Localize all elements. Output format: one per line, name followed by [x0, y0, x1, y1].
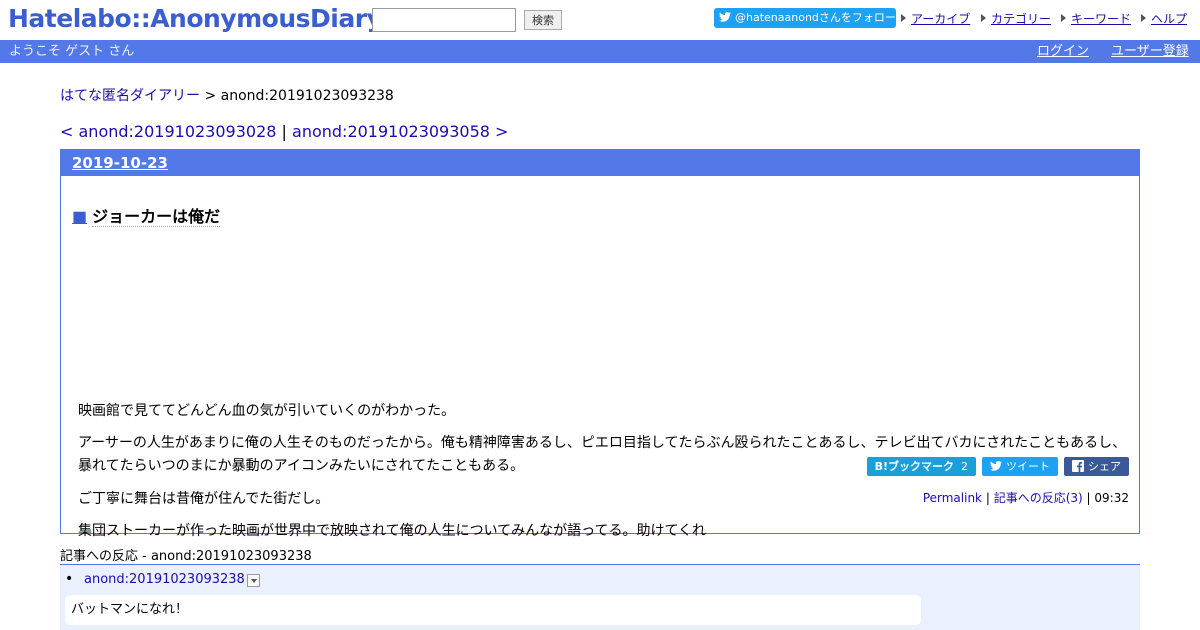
day-header: 2019-10-23 — [61, 150, 1139, 176]
welcome-text: ようこそ ゲスト さん — [9, 44, 135, 59]
reactions-heading: 記事への反応 - anond:20191023093238 — [60, 549, 312, 564]
twitter-bird-icon — [990, 461, 1002, 471]
entry-paragraph: 集団ストーカーが作った映画が世界中で放映されて俺の人生についてみんなが語ってる。… — [78, 523, 707, 539]
entry-footer: Permalink | 記事への反応(3) | 09:32 — [923, 489, 1129, 506]
hatebu-label: B!ブックマーク — [874, 460, 954, 473]
facebook-icon — [1072, 460, 1084, 472]
reactions-link[interactable]: 記事への反応(3) — [994, 491, 1083, 505]
twitter-follow-button[interactable]: @hatenaanondさんをフォロー — [714, 8, 896, 28]
pager-separator: | — [281, 122, 287, 141]
date-link[interactable]: 2019-10-23 — [72, 154, 168, 172]
nav-keyword[interactable]: キーワード — [1061, 10, 1131, 27]
search-input[interactable] — [372, 8, 516, 32]
entry-pager: < anond:20191023093028 | anond:201910230… — [60, 122, 508, 141]
nav-help-label: ヘルプ — [1151, 12, 1188, 26]
breadcrumb: はてな匿名ダイアリー > anond:20191023093238 — [60, 85, 394, 105]
arrow-right-icon — [901, 14, 906, 22]
hatena-bookmark-button[interactable]: B!ブックマーク 2 — [866, 457, 976, 476]
entry-permalink-square[interactable]: ■ — [72, 207, 87, 226]
reaction-entry-link[interactable]: anond:20191023093238 — [84, 572, 245, 587]
entry-time: 09:32 — [1094, 491, 1129, 505]
search-button[interactable]: 検索 — [524, 10, 562, 30]
site-header: Hatelabo::AnonymousDiary 検索 @hatenaanond… — [0, 0, 1200, 40]
prev-entry-link[interactable]: < anond:20191023093028 — [60, 122, 276, 141]
facebook-share-button[interactable]: シェア — [1064, 457, 1129, 476]
article-section: 2019-10-23 ■ ジョーカーは俺だ 映画館で見ててどんどん血の気が引いてい… — [60, 149, 1140, 539]
tweet-label: ツイート — [1006, 460, 1050, 473]
breadcrumb-separator: > — [204, 88, 217, 104]
breadcrumb-current: anond:20191023093238 — [220, 88, 394, 104]
nav-help[interactable]: ヘルプ — [1141, 10, 1187, 27]
list-bullet: • — [65, 571, 74, 587]
hatebu-count: 2 — [961, 460, 968, 473]
nav-archive-label: アーカイブ — [911, 12, 971, 26]
entry-paragraph: 映画館で見ててどんどん血の気が引いていくのがわかった。 — [78, 403, 456, 419]
register-link[interactable]: ユーザー登録 — [1111, 40, 1189, 63]
reaction-excerpt: バットマンになれ！ — [65, 595, 921, 625]
nav-archive[interactable]: アーカイブ — [901, 10, 970, 27]
expand-toggle-icon[interactable] — [247, 574, 260, 587]
arrow-right-icon — [981, 14, 986, 22]
fb-share-label: シェア — [1088, 460, 1121, 473]
login-link[interactable]: ログイン — [1037, 40, 1089, 63]
tweet-button[interactable]: ツイート — [982, 457, 1058, 476]
entry-title-text: ジョーカーは俺だ — [92, 207, 221, 227]
follow-label: @hatenaanondさんをフォロー — [735, 11, 896, 24]
share-buttons: B!ブックマーク 2 ツイート シェア — [861, 457, 1129, 476]
footer-separator: | — [985, 491, 990, 505]
nav-category-label: カテゴリー — [991, 12, 1052, 26]
footer-separator: | — [1086, 491, 1091, 505]
arrow-right-icon — [1061, 14, 1066, 22]
breadcrumb-home-link[interactable]: はてな匿名ダイアリー — [60, 88, 200, 104]
reactions-list: • anond:20191023093238 バットマンになれ！ — [60, 564, 1140, 630]
nav-category[interactable]: カテゴリー — [981, 10, 1051, 27]
next-entry-link[interactable]: anond:20191023093058 > — [292, 122, 508, 141]
user-bar: ようこそ ゲスト さん ログイン ユーザー登録 — [0, 40, 1200, 63]
entry-title: ■ ジョーカーは俺だ — [72, 203, 221, 227]
permalink-link[interactable]: Permalink — [923, 491, 982, 505]
twitter-bird-icon — [719, 12, 731, 22]
site-logo[interactable]: Hatelabo::AnonymousDiary — [8, 4, 383, 33]
arrow-right-icon — [1141, 14, 1146, 22]
nav-keyword-label: キーワード — [1071, 12, 1132, 26]
